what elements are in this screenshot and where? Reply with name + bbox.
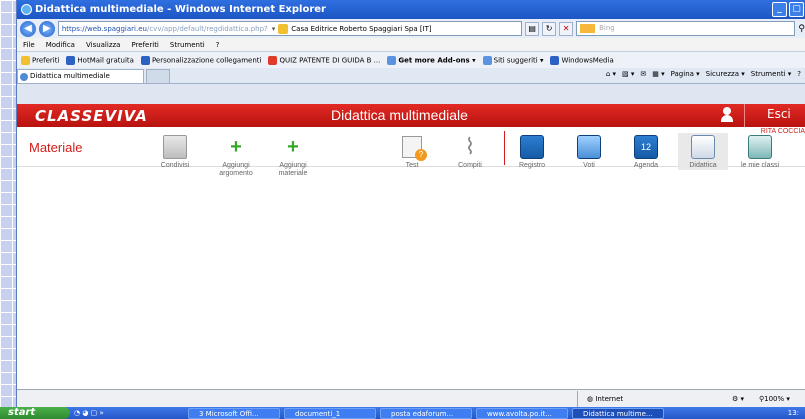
- menu-visualizza[interactable]: Visualizza: [86, 41, 120, 49]
- system-tray-clock[interactable]: 13:: [788, 409, 805, 417]
- forward-button[interactable]: ▶: [38, 20, 55, 37]
- nav-registro[interactable]: Registro: [507, 133, 557, 170]
- register-icon: [516, 133, 548, 161]
- grades-icon: [573, 133, 605, 161]
- classes-icon: [744, 133, 776, 161]
- toolbar-divider: [504, 131, 505, 165]
- ie-page-icon: [387, 55, 397, 65]
- compat-view-icon[interactable]: ▤: [525, 21, 540, 36]
- msn-icon: [66, 55, 76, 65]
- fav-siti[interactable]: Siti suggeriti ▾: [482, 55, 543, 65]
- star-icon: [21, 55, 30, 65]
- start-button[interactable]: start: [0, 407, 70, 419]
- classeviva-logo[interactable]: CLASSEVIVA: [35, 107, 148, 125]
- nav-le-mie-classi[interactable]: le mie classi: [735, 133, 785, 170]
- tool-aggiungi-argomento[interactable]: + Aggiungi argomento: [211, 133, 261, 178]
- home-icon[interactable]: ⌂ ▾: [606, 70, 616, 78]
- page-title: Didattica multimediale: [331, 107, 468, 123]
- help-icon[interactable]: ?: [797, 70, 801, 78]
- certificate-label[interactable]: Casa Editrice Roberto Spaggiari Spa [IT]: [291, 25, 431, 33]
- print-icon[interactable]: ▦ ▾: [652, 70, 664, 78]
- taskbar-item[interactable]: posta edaforum...: [380, 407, 472, 419]
- paperclip-icon: ⌇: [464, 134, 476, 159]
- plus-icon: +: [230, 136, 242, 158]
- search-icon[interactable]: ⚲: [798, 24, 805, 34]
- url-host: web.spaggiari.eu: [86, 24, 147, 33]
- taskbar-item[interactable]: documenti_1: [284, 407, 376, 419]
- app-header: CLASSEVIVA Didattica multimediale Esci: [17, 104, 805, 127]
- fav-hotmail[interactable]: HotMail gratuita: [66, 55, 134, 65]
- url-path: /cvv/app/default/regdidattica.php?: [146, 24, 268, 33]
- favorites-bar: Preferiti HotMail gratuita Personalizzaz…: [17, 51, 805, 68]
- internet-zone[interactable]: ◍ Internet: [587, 395, 623, 403]
- tab-didattica[interactable]: Didattica multimediale: [17, 69, 144, 83]
- nav-voti[interactable]: Voti: [564, 133, 614, 170]
- tool-compiti[interactable]: ⌇ Compiti: [445, 133, 495, 170]
- title-bar: Didattica multimediale - Windows Interne…: [17, 0, 805, 19]
- taskbar-item[interactable]: 3 Microsoft Offi...: [188, 407, 280, 419]
- menu-help[interactable]: ?: [216, 41, 220, 49]
- lock-icon[interactable]: [278, 23, 289, 34]
- browser-window: Didattica multimediale - Windows Interne…: [16, 0, 805, 407]
- taskbar: start ◔ ◕ ▢ » 3 Microsoft Offi... docume…: [0, 407, 805, 419]
- feeds-icon[interactable]: ▧ ▾: [622, 70, 634, 78]
- refresh-icon[interactable]: ↻: [542, 21, 557, 36]
- user-icon[interactable]: [719, 107, 735, 123]
- fav-quiz[interactable]: QUIZ PATENTE DI GUIDA B ...: [268, 55, 380, 65]
- nav-agenda[interactable]: 12 Agenda: [621, 133, 671, 170]
- test-icon: ?: [396, 133, 428, 161]
- ie-icon: [21, 4, 32, 15]
- page-content: CLASSEVIVA Didattica multimediale Esci R…: [17, 104, 805, 389]
- mail-icon[interactable]: ✉: [640, 70, 646, 78]
- calendar-icon: 12: [630, 133, 662, 161]
- nav-didattica[interactable]: Didattica: [678, 133, 728, 170]
- logout-button[interactable]: Esci: [767, 107, 791, 121]
- zoom-level[interactable]: ⚲100% ▾: [759, 395, 790, 403]
- msn-icon: [140, 55, 150, 65]
- stop-icon[interactable]: ✕: [559, 21, 574, 36]
- fav-windowsmedia[interactable]: WindowsMedia: [550, 55, 614, 65]
- tab-row: Didattica multimediale ⌂ ▾ ▧ ▾ ✉ ▦ ▾ Pag…: [17, 68, 805, 84]
- back-button[interactable]: ◀: [20, 20, 36, 37]
- status-divider: [577, 390, 578, 407]
- ie-page-icon: [482, 55, 492, 65]
- tool-aggiungi-materiale[interactable]: + Aggiungi materiale: [268, 133, 318, 178]
- dropdown-icon[interactable]: ▾: [272, 25, 276, 33]
- cmd-strumenti[interactable]: Strumenti ▾: [751, 70, 792, 78]
- url-scheme: https://: [61, 24, 87, 33]
- divider: [744, 104, 745, 127]
- address-bar: ◀ ▶ https://web.spaggiari.eu/cvv/app/def…: [17, 19, 805, 38]
- menu-strumenti[interactable]: Strumenti: [170, 41, 205, 49]
- search-input[interactable]: Bing: [576, 21, 796, 36]
- protected-mode-icon[interactable]: ⚙ ▾: [732, 395, 744, 403]
- msn-icon: [550, 55, 560, 65]
- cross-icon: [268, 55, 278, 65]
- favorites-button[interactable]: Preferiti: [21, 55, 59, 65]
- shared-folder-icon: [159, 133, 191, 161]
- window-title: Didattica multimediale - Windows Interne…: [35, 4, 326, 15]
- taskbar-item-active[interactable]: Didattica multime...: [572, 407, 664, 419]
- menu-bar: File Modifica Visualizza Preferiti Strum…: [17, 38, 805, 51]
- menu-file[interactable]: File: [23, 41, 35, 49]
- url-field[interactable]: https://web.spaggiari.eu/cvv/app/default…: [57, 21, 523, 36]
- plus-icon: +: [287, 136, 299, 158]
- tool-test[interactable]: ? Test: [387, 133, 437, 170]
- minimize-button[interactable]: _: [772, 2, 787, 17]
- status-bar: ◍ Internet ⚙ ▾ ⚲100% ▾: [17, 389, 805, 407]
- menu-modifica[interactable]: Modifica: [46, 41, 75, 49]
- toolbar: Materiale Condivisi + Aggiungi argomento…: [17, 127, 805, 177]
- command-bar: ⌂ ▾ ▧ ▾ ✉ ▦ ▾ Pagina ▾ Sicurezza ▾ Strum…: [606, 70, 801, 78]
- maximize-button[interactable]: ▢: [789, 2, 804, 17]
- section-title: Materiale: [29, 140, 83, 155]
- cmd-sicurezza[interactable]: Sicurezza ▾: [706, 70, 745, 78]
- cmd-pagina[interactable]: Pagina ▾: [671, 70, 700, 78]
- menu-preferiti[interactable]: Preferiti: [131, 41, 158, 49]
- taskbar-item[interactable]: www.avolta.po.it...: [476, 407, 568, 419]
- fav-addons[interactable]: Get more Add-ons ▾: [387, 55, 476, 65]
- fav-personalizza[interactable]: Personalizzazione collegamenti: [140, 55, 261, 65]
- new-tab-button[interactable]: [146, 69, 170, 83]
- tool-condivisi[interactable]: Condivisi: [150, 133, 200, 170]
- quicklaunch-icons[interactable]: ◔ ◕ ▢ »: [74, 409, 184, 417]
- didactics-icon: [687, 133, 719, 161]
